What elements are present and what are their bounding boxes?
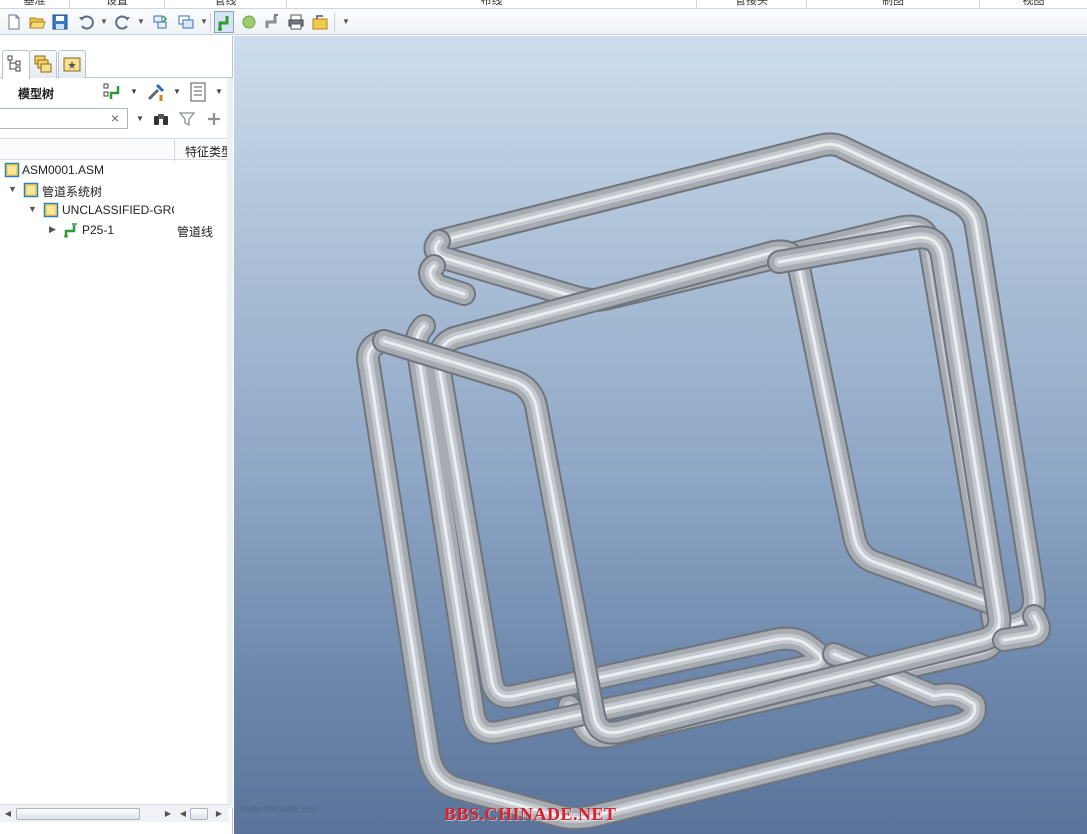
pipeline-icon [64,223,77,238]
scroll-thumb-2[interactable] [190,808,208,820]
show-icon[interactable] [188,81,210,103]
close-window-icon[interactable] [311,13,329,31]
pipe-mode-icon[interactable] [263,13,281,31]
model-tree-icon [7,55,21,72]
tab-datum[interactable]: 基准 [0,0,70,8]
scroll-left-icon[interactable]: ◀ [2,807,14,821]
tree-row-piping-system[interactable]: ▼ 管道系统树 [0,180,227,200]
tab-routing[interactable]: 布线 [287,0,697,8]
model-tree-header: 模型树 ▼ ▼ ▼ [0,78,229,106]
layers-icon [34,55,52,73]
quick-access-toolbar: ▼ ▼ ▼ ▼ [0,9,1087,35]
tree-row-asm0001[interactable]: ASM0001.ASM [0,160,227,180]
tree-row-p25-1[interactable]: ▶ P25-1 管道线 [0,220,227,240]
redo-icon[interactable] [114,13,132,31]
regenerate-icon[interactable] [151,13,169,31]
tree-item-feature-type: 管道线 [177,225,214,239]
tab-drawing[interactable]: 制图 [807,0,980,8]
find-binoculars-icon[interactable] [152,110,170,128]
horizontal-scrollbar[interactable]: ◀ ▶ ◀ ▶ [0,804,229,822]
print-icon[interactable] [287,13,305,31]
clear-search-icon[interactable]: × [108,109,122,127]
model-tree-title: 模型树 [18,87,55,101]
pipeline-icon[interactable] [214,11,234,33]
search-dropdown-icon[interactable]: ▼ [136,114,144,123]
ribbon-tab-strip: 基准 设置 管线 布线 管接头 制图 视图 [0,0,1087,9]
tab-view[interactable]: 视图 [980,0,1087,8]
column-separator[interactable] [174,139,175,161]
expand-toggle-icon[interactable]: ▼ [8,184,17,194]
model-tree-tab[interactable] [2,50,30,79]
graphics-viewport[interactable]: www.chinade.net BBS.CHINADE.NET [234,36,1087,834]
vertical-scrollbar[interactable] [227,78,233,808]
customize-toolbar-dropdown-icon[interactable]: ▼ [342,17,350,27]
tree-item-label: 管道系统树 [42,185,103,199]
tree-search-row: × ▼ [0,106,229,132]
tree-item-label: UNCLASSIFIED-GROUP [62,203,174,217]
window-dropdown-icon[interactable]: ▼ [200,17,208,27]
assembly-icon [23,182,39,198]
tools-dropdown-icon[interactable]: ▼ [173,87,181,96]
watermark-text: BBS.CHINADE.NET [444,804,617,824]
tree-settings-dropdown-icon[interactable]: ▼ [130,87,138,96]
tree-settings-icon[interactable] [102,81,124,103]
favorites-tab[interactable] [58,50,86,78]
green-dot-icon[interactable] [240,13,258,31]
scroll-left-icon-2[interactable]: ◀ [177,807,189,821]
window-icon[interactable] [177,13,195,31]
new-icon[interactable] [5,13,23,31]
add-icon[interactable] [205,110,223,128]
navigator-panel: 模型树 ▼ ▼ ▼ × ▼ 特征类型 [0,36,233,834]
open-icon[interactable] [28,13,46,31]
tab-setup[interactable]: 设置 [70,0,165,8]
layers-tab[interactable] [29,50,57,78]
save-icon[interactable] [51,13,69,31]
show-dropdown-icon[interactable]: ▼ [215,87,223,96]
tree-column-header: 特征类型 [0,138,227,161]
tree-row-unclassified-group[interactable]: ▼ UNCLASSIFIED-GROUP [0,200,227,220]
assembly-icon [43,202,59,218]
undo-dropdown-icon[interactable]: ▼ [100,17,108,27]
column-feature-type[interactable]: 特征类型 [185,143,227,160]
navigator-tabs [0,46,233,79]
tree-item-label: ASM0001.ASM [22,163,105,177]
tools-icon[interactable] [145,81,167,103]
expand-toggle-icon[interactable]: ▼ [28,204,37,214]
redo-dropdown-icon[interactable]: ▼ [137,17,145,27]
tree-item-label: P25-1 [82,223,115,237]
filter-icon[interactable] [178,110,196,128]
assembly-icon [4,162,20,178]
tab-fittings[interactable]: 管接头 [697,0,807,8]
undo-icon[interactable] [77,13,95,31]
favorites-icon [63,57,81,72]
scroll-thumb[interactable] [16,808,140,820]
faint-site-text: www.chinade.net [240,804,316,815]
scroll-right-icon[interactable]: ▶ [162,807,174,821]
scroll-right-icon-2[interactable]: ▶ [213,807,225,821]
pipe-model[interactable] [234,36,1087,834]
expand-toggle-icon[interactable]: ▶ [49,224,56,235]
tab-piping[interactable]: 管线 [165,0,287,8]
